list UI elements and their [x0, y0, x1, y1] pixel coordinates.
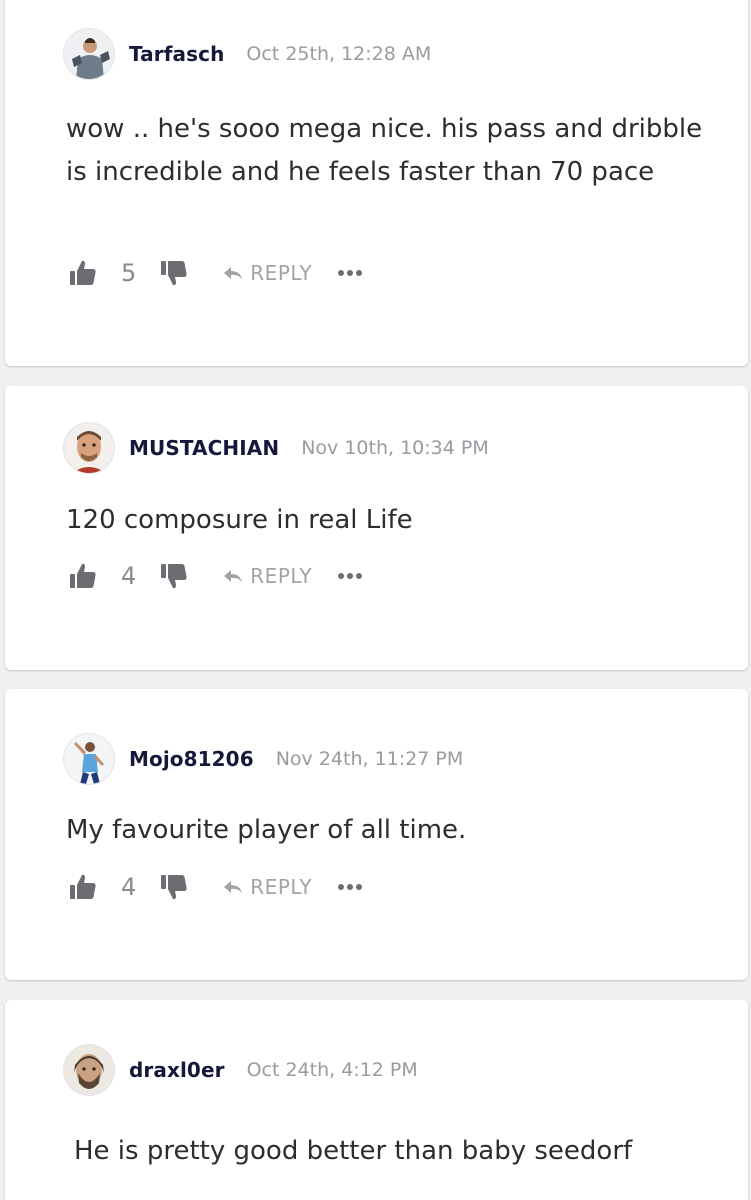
bearded-player-avatar-icon	[64, 1045, 114, 1095]
reply-button[interactable]: REPLY	[222, 261, 312, 285]
comment-actions: 4 REPLY	[67, 558, 363, 594]
more-dot	[356, 884, 363, 890]
thumbs-up-icon[interactable]	[67, 871, 99, 903]
reply-arrow-icon	[222, 567, 244, 585]
more-dot	[338, 573, 345, 579]
timestamp: Oct 25th, 12:28 AM	[246, 43, 432, 65]
reply-label: REPLY	[250, 261, 313, 285]
comment-text: 120 composure in real Life	[66, 505, 413, 535]
comment-card: MUSTACHIAN Nov 10th, 10:34 PM 120 compos…	[5, 386, 748, 670]
thumbs-up-icon[interactable]	[67, 257, 99, 289]
reply-button[interactable]: REPLY	[222, 875, 312, 899]
comment-text: My favourite player of all time.	[66, 815, 467, 845]
comment-actions: 5 REPLY	[67, 255, 363, 291]
username[interactable]: Tarfasch	[129, 42, 224, 66]
more-options-icon[interactable]	[338, 877, 363, 897]
comment-header: MUSTACHIAN Nov 10th, 10:34 PM	[64, 419, 489, 477]
reply-label: REPLY	[250, 564, 313, 588]
more-dot	[347, 573, 354, 579]
username[interactable]: Mojo81206	[129, 747, 254, 771]
comment-actions: 4 REPLY	[67, 869, 363, 905]
more-options-icon[interactable]	[338, 566, 363, 586]
comment-text: wow .. he's sooo mega nice. his pass and…	[66, 114, 703, 187]
more-dot	[347, 270, 354, 276]
username[interactable]: MUSTACHIAN	[129, 436, 279, 460]
comment-header: Mojo81206 Nov 24th, 11:27 PM	[64, 730, 463, 788]
thumbs-down-icon[interactable]	[158, 257, 190, 289]
reply-arrow-icon	[222, 264, 244, 282]
comment-header: draxl0er Oct 24th, 4:12 PM	[64, 1041, 418, 1099]
goalkeeper-avatar-icon	[64, 29, 114, 79]
more-dot	[347, 884, 354, 890]
timestamp: Oct 24th, 4:12 PM	[246, 1059, 418, 1081]
reply-label: REPLY	[250, 875, 313, 899]
comment-text: He is pretty good better than baby seedo…	[74, 1136, 633, 1166]
like-count: 5	[121, 259, 137, 287]
comment-card: Tarfasch Oct 25th, 12:28 AM wow .. he's …	[5, 0, 748, 366]
thumbs-up-icon[interactable]	[67, 560, 99, 592]
like-count: 4	[121, 873, 137, 901]
thumbs-down-icon[interactable]	[158, 871, 190, 903]
thumbs-down-icon[interactable]	[158, 560, 190, 592]
comment-card: draxl0er Oct 24th, 4:12 PM He is pretty …	[5, 1000, 748, 1200]
avatar[interactable]	[64, 423, 114, 473]
timestamp: Nov 24th, 11:27 PM	[275, 748, 464, 770]
more-dot	[338, 270, 345, 276]
avatar[interactable]	[64, 29, 114, 79]
username[interactable]: draxl0er	[129, 1058, 225, 1082]
more-dot	[356, 270, 363, 276]
avatar[interactable]	[64, 734, 114, 784]
comment-feed: Tarfasch Oct 25th, 12:28 AM wow .. he's …	[0, 0, 751, 1200]
more-dot	[338, 884, 345, 890]
more-dot	[356, 573, 363, 579]
avatar[interactable]	[64, 1045, 114, 1095]
timestamp: Nov 10th, 10:34 PM	[301, 437, 489, 459]
comment-header: Tarfasch Oct 25th, 12:28 AM	[64, 25, 431, 83]
player-celebrating-avatar-icon	[64, 734, 114, 784]
reply-button[interactable]: REPLY	[222, 564, 312, 588]
player-face-avatar-icon	[64, 423, 114, 473]
comment-card: Mojo81206 Nov 24th, 11:27 PM My favourit…	[5, 689, 748, 980]
like-count: 4	[121, 562, 137, 590]
more-options-icon[interactable]	[338, 263, 363, 283]
reply-arrow-icon	[222, 878, 244, 896]
